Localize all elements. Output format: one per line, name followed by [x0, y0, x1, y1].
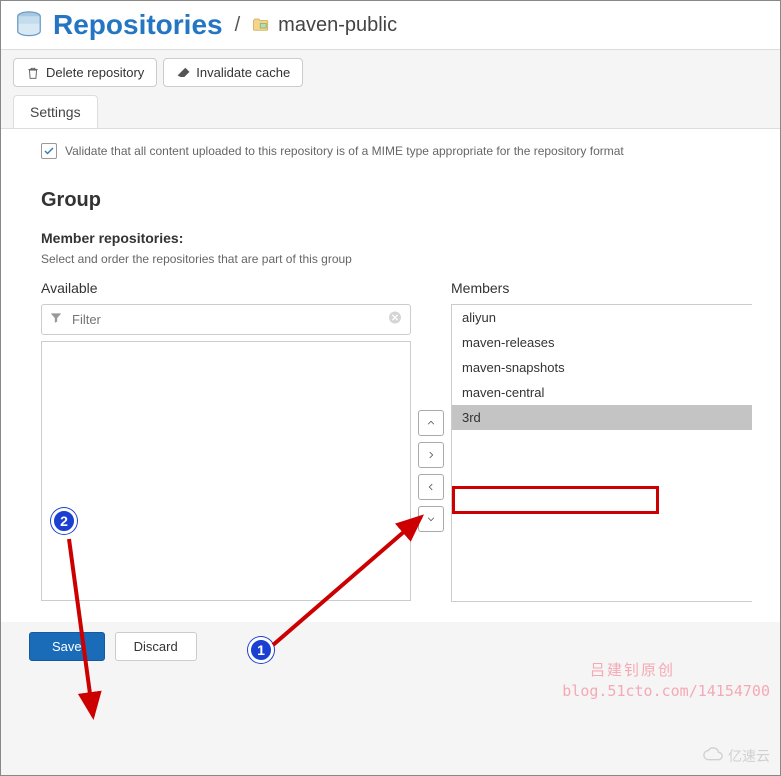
- available-column: Available: [41, 280, 411, 602]
- folder-icon: [252, 15, 272, 35]
- members-column: Members aliyunmaven-releasesmaven-snapsh…: [451, 280, 752, 602]
- group-columns: Available: [41, 280, 752, 602]
- toolbar: Delete repository Invalidate cache: [1, 50, 780, 95]
- tabs: Settings: [1, 95, 780, 128]
- move-up-button[interactable]: [418, 410, 444, 436]
- discard-button[interactable]: Discard: [115, 632, 197, 661]
- validate-row: Validate that all content uploaded to th…: [41, 143, 752, 159]
- delete-label: Delete repository: [46, 65, 144, 80]
- header: Repositories / maven-public: [1, 1, 780, 50]
- footer-buttons: Save Discard: [1, 622, 780, 661]
- validate-checkbox[interactable]: [41, 143, 57, 159]
- tab-settings[interactable]: Settings: [13, 95, 98, 128]
- watermark-url: blog.51cto.com/14154700: [562, 682, 770, 700]
- add-to-members-button[interactable]: [418, 442, 444, 468]
- list-item[interactable]: maven-central: [452, 380, 752, 405]
- filter-input[interactable]: [41, 304, 411, 335]
- breadcrumb-separator: /: [235, 14, 241, 37]
- breadcrumb-repo-name: maven-public: [278, 14, 397, 37]
- filter-wrapper: [41, 304, 411, 335]
- trash-icon: [26, 66, 40, 80]
- clear-filter-icon[interactable]: [387, 309, 403, 330]
- watermark-logo-text: 亿速云: [728, 746, 770, 766]
- delete-repository-button[interactable]: Delete repository: [13, 58, 157, 87]
- member-repos-help: Select and order the repositories that a…: [41, 252, 752, 266]
- move-down-button[interactable]: [418, 506, 444, 532]
- list-item[interactable]: maven-snapshots: [452, 355, 752, 380]
- invalidate-label: Invalidate cache: [196, 65, 290, 80]
- save-button[interactable]: Save: [29, 632, 105, 661]
- list-item[interactable]: aliyun: [452, 305, 752, 330]
- filter-icon: [49, 310, 63, 329]
- eraser-icon: [176, 66, 190, 80]
- members-listbox[interactable]: aliyunmaven-releasesmaven-snapshotsmaven…: [451, 304, 752, 602]
- member-repos-label: Member repositories:: [41, 230, 752, 246]
- available-title: Available: [41, 280, 411, 296]
- content: Validate that all content uploaded to th…: [1, 128, 780, 622]
- database-icon: [13, 9, 45, 41]
- group-section-title: Group: [41, 189, 752, 212]
- list-item[interactable]: 3rd: [452, 405, 752, 430]
- page-title: Repositories: [53, 9, 223, 41]
- watermark-logo: 亿速云: [702, 745, 770, 767]
- watermark-author: 吕建钊原创: [590, 659, 675, 680]
- arrow-column: [411, 280, 451, 602]
- remove-from-members-button[interactable]: [418, 474, 444, 500]
- validate-label: Validate that all content uploaded to th…: [65, 144, 624, 158]
- invalidate-cache-button[interactable]: Invalidate cache: [163, 58, 303, 87]
- members-title: Members: [451, 280, 752, 296]
- available-listbox[interactable]: [41, 341, 411, 601]
- list-item[interactable]: maven-releases: [452, 330, 752, 355]
